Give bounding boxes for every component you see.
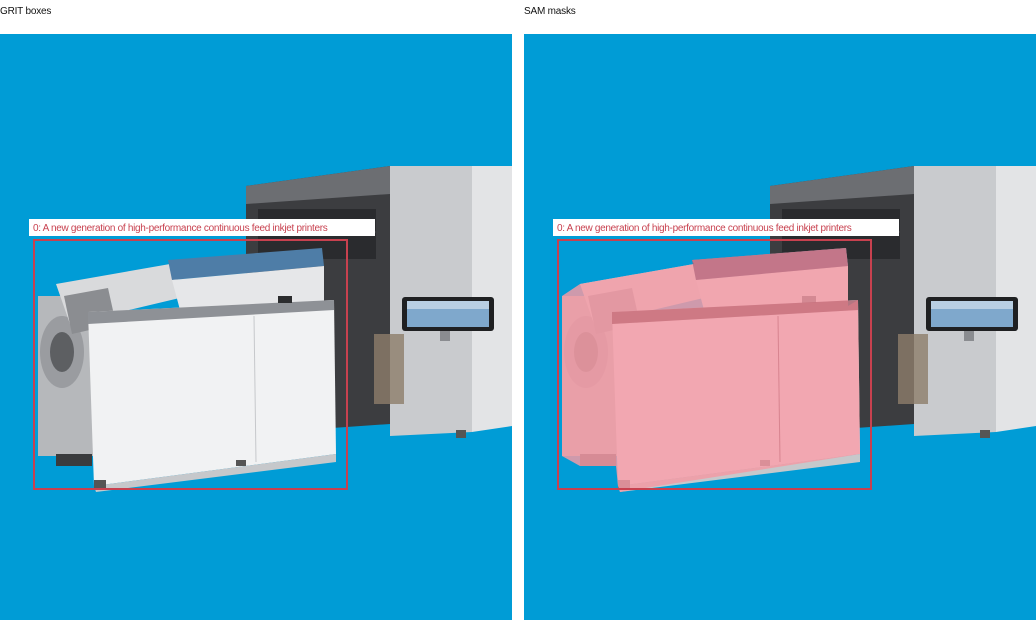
panel-grit-boxes: 0: A new generation of high-performance … xyxy=(0,34,512,620)
panel-title-sam: SAM masks xyxy=(524,6,576,17)
sam-mask xyxy=(562,248,860,492)
box-label-text: 0: A new generation of high-performance … xyxy=(33,223,328,234)
panel-title-grit: GRIT boxes xyxy=(0,6,52,17)
panel-sam-masks: 0: A new generation of high-performance … xyxy=(524,34,1036,620)
box-label-text: 0: A new generation of high-performance … xyxy=(557,223,852,234)
sam-image: 0: A new generation of high-performance … xyxy=(524,34,1036,620)
grit-image: 0: A new generation of high-performance … xyxy=(0,34,512,620)
figure-root: GRIT boxes 0: A new generation of high-p… xyxy=(0,0,1036,620)
foreground-printer xyxy=(38,248,336,492)
